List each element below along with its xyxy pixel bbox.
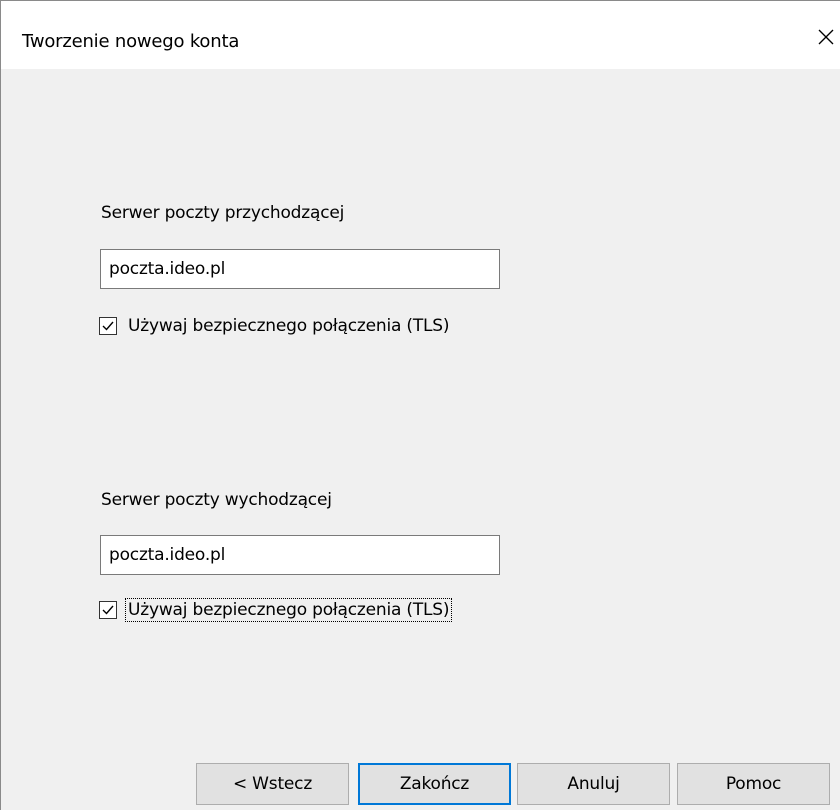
incoming-server-input[interactable] — [100, 249, 500, 289]
title-bar: Tworzenie nowego konta — [1, 1, 840, 69]
back-button[interactable]: < Wstecz — [196, 763, 349, 805]
incoming-tls-label: Używaj bezpiecznego połączenia (TLS) — [128, 316, 450, 336]
outgoing-server-input[interactable] — [100, 535, 500, 575]
checkmark-icon — [102, 605, 114, 615]
outgoing-tls-label: Używaj bezpiecznego połączenia (TLS) — [125, 598, 453, 622]
outgoing-server-label: Serwer poczty wychodzącej — [101, 490, 332, 510]
checkmark-icon — [102, 321, 114, 331]
cancel-button[interactable]: Anuluj — [517, 763, 670, 805]
help-button[interactable]: Pomoc — [677, 763, 830, 805]
outgoing-tls-option[interactable]: Używaj bezpiecznego połączenia (TLS) — [99, 598, 453, 622]
finish-button[interactable]: Zakończ — [358, 763, 511, 805]
close-icon — [818, 29, 834, 45]
incoming-server-label: Serwer poczty przychodzącej — [101, 203, 345, 223]
close-button[interactable] — [796, 15, 840, 59]
incoming-tls-option[interactable]: Używaj bezpiecznego połączenia (TLS) — [99, 314, 452, 338]
window-title: Tworzenie nowego konta — [22, 31, 240, 52]
incoming-tls-checkbox[interactable] — [99, 317, 117, 335]
new-account-dialog: Tworzenie nowego konta Serwer poczty prz… — [0, 0, 840, 810]
outgoing-tls-checkbox[interactable] — [99, 601, 117, 619]
